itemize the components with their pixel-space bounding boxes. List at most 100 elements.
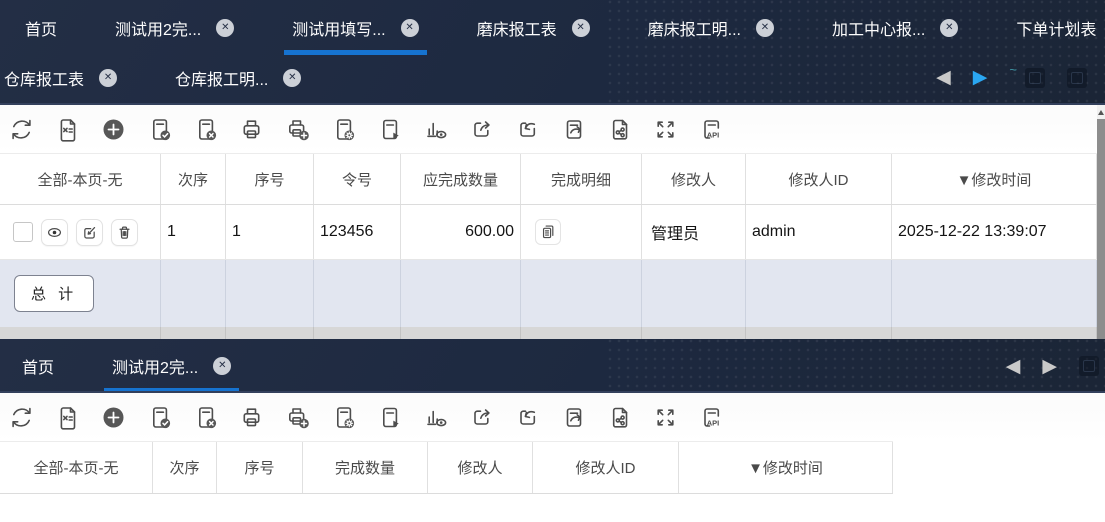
total-empty-cell <box>226 260 314 327</box>
scroll-up-icon[interactable] <box>1097 105 1105 119</box>
column-header-qty-due[interactable]: 应完成数量 <box>401 154 521 204</box>
scrollbar-thumb[interactable] <box>1097 119 1105 342</box>
column-header-modifier-id[interactable]: 修改人ID <box>746 154 892 204</box>
column-header-seq[interactable]: 序号 <box>217 442 303 493</box>
tab-warehouse-report[interactable]: 仓库报工表 ✕ <box>0 55 135 100</box>
api-icon[interactable]: API <box>698 404 725 431</box>
cell-seq: 1 <box>226 205 314 259</box>
tab-home-2[interactable]: 首页 <box>22 339 72 391</box>
table-row: 1 1 123456 600.00 管理员 admin 2025-12-22 1… <box>0 205 1097 260</box>
tab-next-icon[interactable]: ▶ <box>973 68 988 87</box>
share-icon[interactable] <box>606 404 633 431</box>
total-button[interactable]: 总 计 <box>14 275 95 312</box>
tab-label: 下单计划表 <box>1016 21 1097 39</box>
api-icon[interactable]: API <box>698 116 725 143</box>
column-header-modified-time[interactable]: ▼修改时间 <box>679 442 893 493</box>
form-forward-icon[interactable] <box>560 116 587 143</box>
add-icon[interactable] <box>100 404 127 431</box>
tab-prev-icon[interactable]: ◀ <box>936 68 951 87</box>
tab-test2[interactable]: 测试用2完... ✕ <box>97 0 252 55</box>
form-run-icon[interactable] <box>376 116 403 143</box>
column-header-detail[interactable]: 完成明细 <box>521 154 642 204</box>
print-add-icon[interactable] <box>284 116 311 143</box>
column-header-modified-time[interactable]: ▼修改时间 <box>892 154 1097 204</box>
strip-cell <box>746 327 892 339</box>
tab-test-fill[interactable]: 测试用填写... ✕ <box>274 0 436 55</box>
close-icon[interactable]: ✕ <box>213 357 232 375</box>
form-check-icon[interactable] <box>146 116 173 143</box>
column-header-order-no[interactable]: 令号 <box>314 154 401 204</box>
export-arrow-icon[interactable] <box>468 116 495 143</box>
share-icon[interactable] <box>606 116 633 143</box>
undo-icon[interactable] <box>514 404 541 431</box>
table-header-row-2: 全部-本页-无 次序 序号 完成数量 修改人 修改人ID ▼修改时间 <box>0 441 893 494</box>
add-icon[interactable] <box>100 116 127 143</box>
close-icon[interactable]: ✕ <box>99 68 118 87</box>
row-actions-cell <box>0 205 161 259</box>
form-delete-icon[interactable] <box>192 404 219 431</box>
chart-view-icon[interactable] <box>422 404 449 431</box>
print-add-icon[interactable] <box>284 404 311 431</box>
column-header-seq[interactable]: 序号 <box>226 154 314 204</box>
copy-icon[interactable] <box>535 219 561 245</box>
close-icon[interactable]: ✕ <box>571 18 590 37</box>
excel-export-icon[interactable] <box>54 404 81 431</box>
edit-icon[interactable] <box>76 218 103 246</box>
column-header-modifier[interactable]: 修改人 <box>642 154 746 204</box>
tab-home[interactable]: 首页 <box>25 0 75 55</box>
strip-cell <box>0 327 161 339</box>
toolbar-top: API <box>0 105 1105 153</box>
column-header-order[interactable]: 次序 <box>161 154 226 204</box>
tab-prev-icon[interactable]: ◀ <box>1006 357 1021 376</box>
form-forward-icon[interactable] <box>560 404 587 431</box>
strip-cell <box>401 327 521 339</box>
view-eye-icon[interactable] <box>41 218 68 246</box>
form-settings-icon[interactable] <box>330 404 357 431</box>
column-header-select[interactable]: 全部-本页-无 <box>0 154 161 204</box>
form-run-icon[interactable] <box>376 404 403 431</box>
column-header-qty-done[interactable]: 完成数量 <box>303 442 428 493</box>
column-header-select[interactable]: 全部-本页-无 <box>0 442 153 493</box>
cell-modifier-id: admin <box>746 205 892 259</box>
form-check-icon[interactable] <box>146 404 173 431</box>
cell-order: 1 <box>161 205 226 259</box>
excel-export-icon[interactable] <box>54 116 81 143</box>
tab-scroll-nav-2: ◀ ▶ <box>1006 356 1105 376</box>
cell-order-no: 123456 <box>314 205 401 259</box>
close-icon[interactable]: ✕ <box>940 18 959 37</box>
close-icon[interactable]: ✕ <box>216 18 235 37</box>
undo-icon[interactable] <box>514 116 541 143</box>
delete-trash-icon[interactable] <box>111 218 138 246</box>
tab-machining-center[interactable]: 加工中心报... ✕ <box>814 0 976 55</box>
chart-view-icon[interactable] <box>422 116 449 143</box>
close-icon[interactable]: ✕ <box>755 18 774 37</box>
vertical-scrollbar[interactable] <box>1097 105 1105 342</box>
tab-test2-2[interactable]: 测试用2完... ✕ <box>94 339 249 391</box>
svg-text:API: API <box>707 418 720 427</box>
print-icon[interactable] <box>238 116 265 143</box>
refresh-icon[interactable] <box>8 116 35 143</box>
row-checkbox[interactable] <box>13 222 33 242</box>
fullscreen-icon[interactable] <box>652 404 679 431</box>
form-settings-icon[interactable] <box>330 116 357 143</box>
column-header-order[interactable]: 次序 <box>153 442 217 493</box>
close-icon[interactable]: ✕ <box>400 18 419 37</box>
background-glyph: ~ <box>1009 62 1017 77</box>
form-delete-icon[interactable] <box>192 116 219 143</box>
print-icon[interactable] <box>238 404 265 431</box>
column-header-modifier[interactable]: 修改人 <box>428 442 533 493</box>
close-icon[interactable]: ✕ <box>283 68 302 87</box>
column-header-modifier-id[interactable]: 修改人ID <box>533 442 679 493</box>
total-empty-cell <box>314 260 401 327</box>
export-arrow-icon[interactable] <box>468 404 495 431</box>
tab-next-icon[interactable]: ▶ <box>1042 357 1057 376</box>
tab-label: 加工中心报... <box>831 21 926 39</box>
tab-order-plan[interactable]: 下单计划表 ✕ <box>998 0 1105 55</box>
fullscreen-icon[interactable] <box>652 116 679 143</box>
tab-grinder-report[interactable]: 磨床报工表 ✕ <box>459 0 608 55</box>
tab-warehouse-detail[interactable]: 仓库报工明... ✕ <box>157 55 319 100</box>
refresh-icon[interactable] <box>8 404 35 431</box>
tab-label: 测试用2完... <box>115 21 202 39</box>
horizontal-scroll-strip[interactable] <box>0 327 1097 339</box>
tab-grinder-detail[interactable]: 磨床报工明... ✕ <box>630 0 792 55</box>
